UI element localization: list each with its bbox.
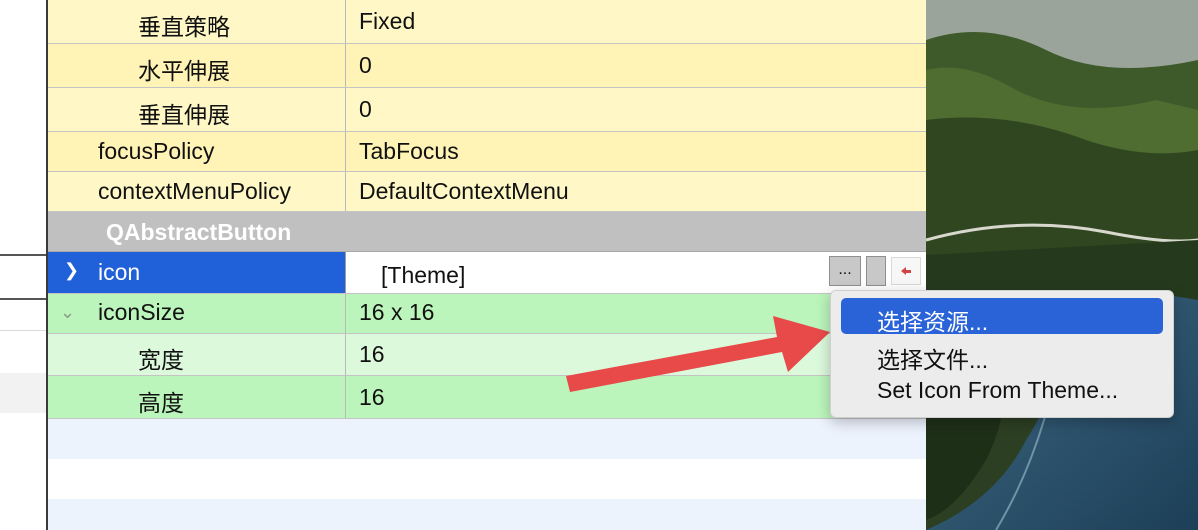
menu-item-label: Set Icon From Theme... [877,377,1119,403]
menu-item-label: 选择文件... [877,347,989,373]
menu-item-choose-file[interactable]: 选择文件... [841,336,1163,373]
menu-item-icon-from-theme[interactable]: Set Icon From Theme... [841,372,1163,408]
menu-item-label: 选择资源... [877,309,989,335]
context-menu: 选择资源... 选择文件... Set Icon From Theme... [830,290,1174,418]
annotation-arrow-icon [566,316,830,392]
menu-item-choose-resource[interactable]: 选择资源... [841,298,1163,335]
